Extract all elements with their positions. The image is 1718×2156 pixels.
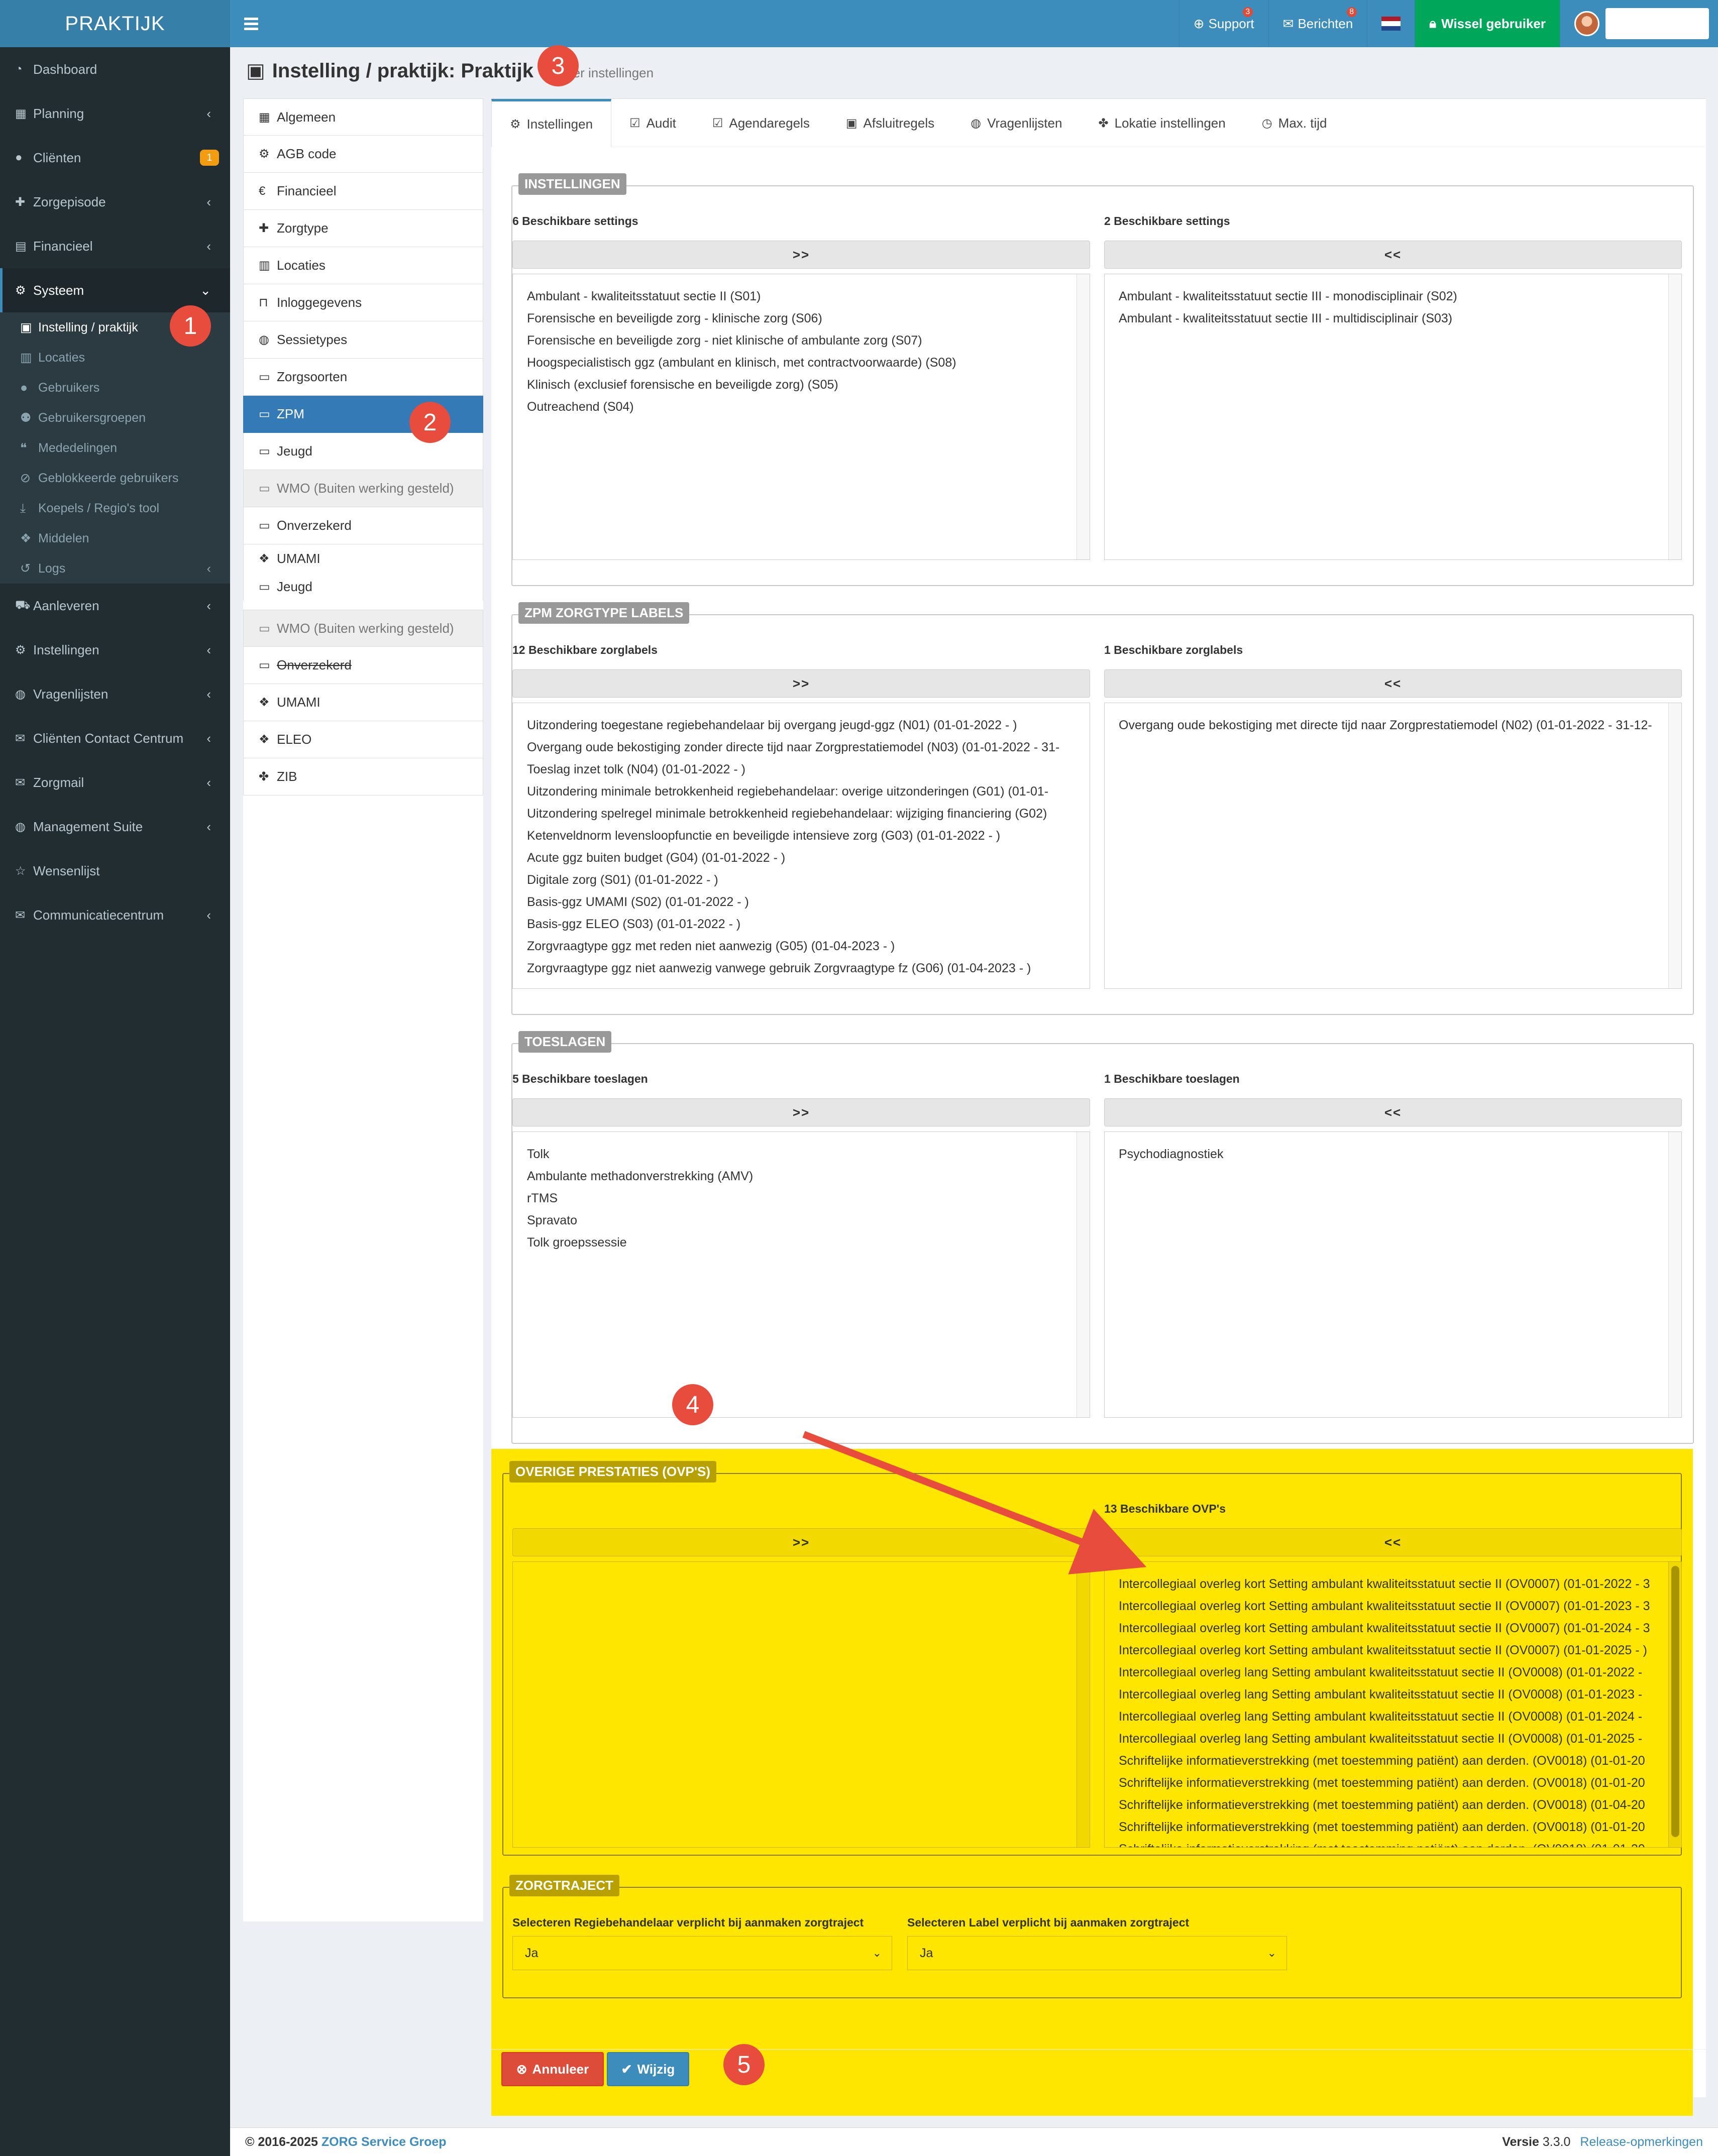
callout-2: 2 xyxy=(409,402,451,443)
arrow-line xyxy=(802,1431,1147,1574)
callout-3: 3 xyxy=(538,45,579,86)
callout-1: 1 xyxy=(170,305,211,347)
annotation-arrow xyxy=(802,1431,1147,1574)
callout-4: 4 xyxy=(672,1384,713,1425)
callout-5: 5 xyxy=(723,2044,765,2085)
